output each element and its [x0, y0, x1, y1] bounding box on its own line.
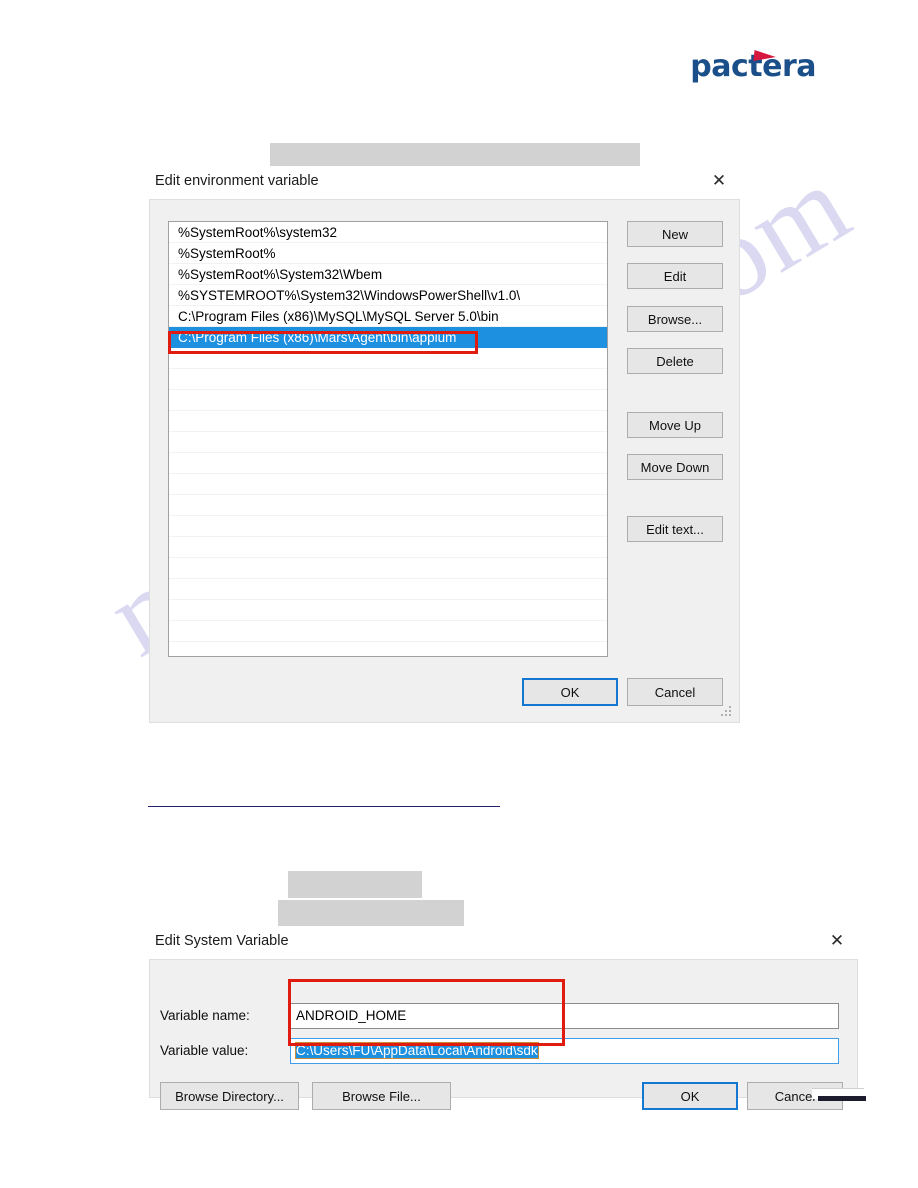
list-item-empty[interactable] [169, 642, 607, 656]
close-icon[interactable]: ✕ [820, 928, 854, 954]
page-corner-artifact [818, 1096, 866, 1101]
resize-grip-icon[interactable] [721, 706, 733, 718]
section-divider [148, 806, 500, 807]
browse-directory-button[interactable]: Browse Directory... [160, 1082, 299, 1110]
pactera-logo: pactera [690, 50, 816, 82]
move-up-button[interactable]: Move Up [627, 412, 723, 438]
list-item-empty[interactable] [169, 432, 607, 453]
redaction-box-mid-upper [288, 871, 422, 898]
variable-value-selected-text: C:\Users\FU\AppData\Local\Android\sdk [295, 1042, 539, 1059]
variable-value-label: Variable value: [160, 1043, 249, 1058]
list-item[interactable]: C:\Program Files (x86)\MySQL\MySQL Serve… [169, 306, 607, 327]
list-item-empty[interactable] [169, 453, 607, 474]
dialog2-title: Edit System Variable [155, 933, 289, 949]
dialog1-titlebar: Edit environment variable ✕ [149, 166, 740, 199]
list-item-empty[interactable] [169, 558, 607, 579]
close-icon[interactable]: ✕ [702, 168, 736, 194]
cancel-button[interactable]: Cancel [627, 678, 723, 706]
list-item-empty[interactable] [169, 390, 607, 411]
dialog2-titlebar: Edit System Variable ✕ [149, 926, 858, 959]
ok-button[interactable]: OK [642, 1082, 738, 1110]
list-item-empty[interactable] [169, 411, 607, 432]
edit-system-variable-dialog: Edit System Variable ✕ Variable name: AN… [149, 926, 858, 1110]
list-item[interactable]: %SYSTEMROOT%\System32\WindowsPowerShell\… [169, 285, 607, 306]
list-item-empty[interactable] [169, 579, 607, 600]
redaction-box-mid-lower [278, 900, 464, 928]
variable-name-input[interactable]: ANDROID_HOME [290, 1003, 839, 1029]
dialog1-title: Edit environment variable [155, 173, 319, 189]
list-item-empty[interactable] [169, 537, 607, 558]
list-item-empty[interactable] [169, 600, 607, 621]
browse-button[interactable]: Browse... [627, 306, 723, 332]
variable-value-input[interactable]: C:\Users\FU\AppData\Local\Android\sdk [290, 1038, 839, 1064]
list-item-empty[interactable] [169, 369, 607, 390]
list-item-selected[interactable]: C:\Program Files (x86)\Mars\Agent\bin\ap… [169, 327, 607, 348]
dialog1-body: %SystemRoot%\system32 %SystemRoot% %Syst… [149, 199, 740, 723]
list-item-empty[interactable] [169, 348, 607, 369]
pactera-flag-icon [753, 50, 777, 61]
ok-button[interactable]: OK [522, 678, 618, 706]
delete-button[interactable]: Delete [627, 348, 723, 374]
browse-file-button[interactable]: Browse File... [312, 1082, 451, 1110]
list-item[interactable]: %SystemRoot%\System32\Wbem [169, 264, 607, 285]
list-item[interactable]: %SystemRoot%\system32 [169, 222, 607, 243]
new-button[interactable]: New [627, 221, 723, 247]
edit-environment-variable-dialog: Edit environment variable ✕ %SystemRoot%… [149, 166, 740, 723]
dialog2-body: Variable name: ANDROID_HOME Variable val… [149, 959, 858, 1110]
list-item-empty[interactable] [169, 495, 607, 516]
edit-text-button[interactable]: Edit text... [627, 516, 723, 542]
move-down-button[interactable]: Move Down [627, 454, 723, 480]
list-item-empty[interactable] [169, 621, 607, 642]
list-item-empty[interactable] [169, 516, 607, 537]
variable-name-label: Variable name: [160, 1008, 250, 1023]
edit-button[interactable]: Edit [627, 263, 723, 289]
path-listbox[interactable]: %SystemRoot%\system32 %SystemRoot% %Syst… [168, 221, 608, 657]
list-item[interactable]: %SystemRoot% [169, 243, 607, 264]
list-item-empty[interactable] [169, 474, 607, 495]
